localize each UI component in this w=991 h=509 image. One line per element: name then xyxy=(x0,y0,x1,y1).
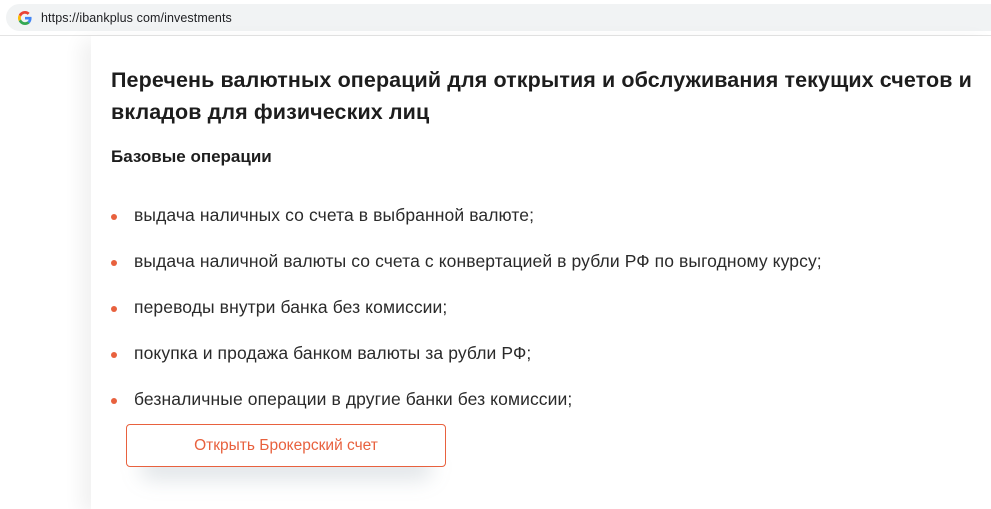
list-item: безналичные операции в другие банки без … xyxy=(111,376,822,422)
list-item: переводы внутри банка без комиссии; xyxy=(111,284,822,330)
list-item-text: переводы внутри банка без комиссии; xyxy=(134,296,448,317)
list-item-text: выдача наличных со счета в выбранной вал… xyxy=(134,204,535,225)
section-subtitle: Базовые операции xyxy=(111,147,272,166)
page-content: Перечень валютных операций для открытия … xyxy=(0,36,991,509)
list-item-text: покупка и продажа банком валюты за рубли… xyxy=(134,342,532,363)
operations-list: выдача наличных со счета в выбранной вал… xyxy=(111,192,822,422)
url-field[interactable]: https://ibankplus com/investments xyxy=(6,4,991,31)
bullet-dot-icon xyxy=(111,260,117,266)
browser-address-bar: https://ibankplus com/investments xyxy=(0,0,991,36)
bullet-dot-icon xyxy=(111,398,117,404)
list-item-text: безналичные операции в другие банки без … xyxy=(134,388,573,409)
bullet-dot-icon xyxy=(111,306,117,312)
open-brokerage-account-button[interactable]: Открыть Брокерский счет xyxy=(126,424,446,467)
list-item: покупка и продажа банком валюты за рубли… xyxy=(111,330,822,376)
url-text[interactable]: https://ibankplus com/investments xyxy=(41,11,232,25)
bullet-dot-icon xyxy=(111,352,117,358)
content-card: Перечень валютных операций для открытия … xyxy=(91,36,991,509)
list-item: выдача наличной валюты со счета с конвер… xyxy=(111,238,822,284)
bullet-dot-icon xyxy=(111,214,117,220)
google-g-icon xyxy=(17,10,33,26)
list-item-text: выдача наличной валюты со счета с конвер… xyxy=(134,250,822,271)
page-title: Перечень валютных операций для открытия … xyxy=(111,68,972,124)
list-item: выдача наличных со счета в выбранной вал… xyxy=(111,192,822,238)
open-account-button-wrap: Открыть Брокерский счет xyxy=(126,424,446,480)
